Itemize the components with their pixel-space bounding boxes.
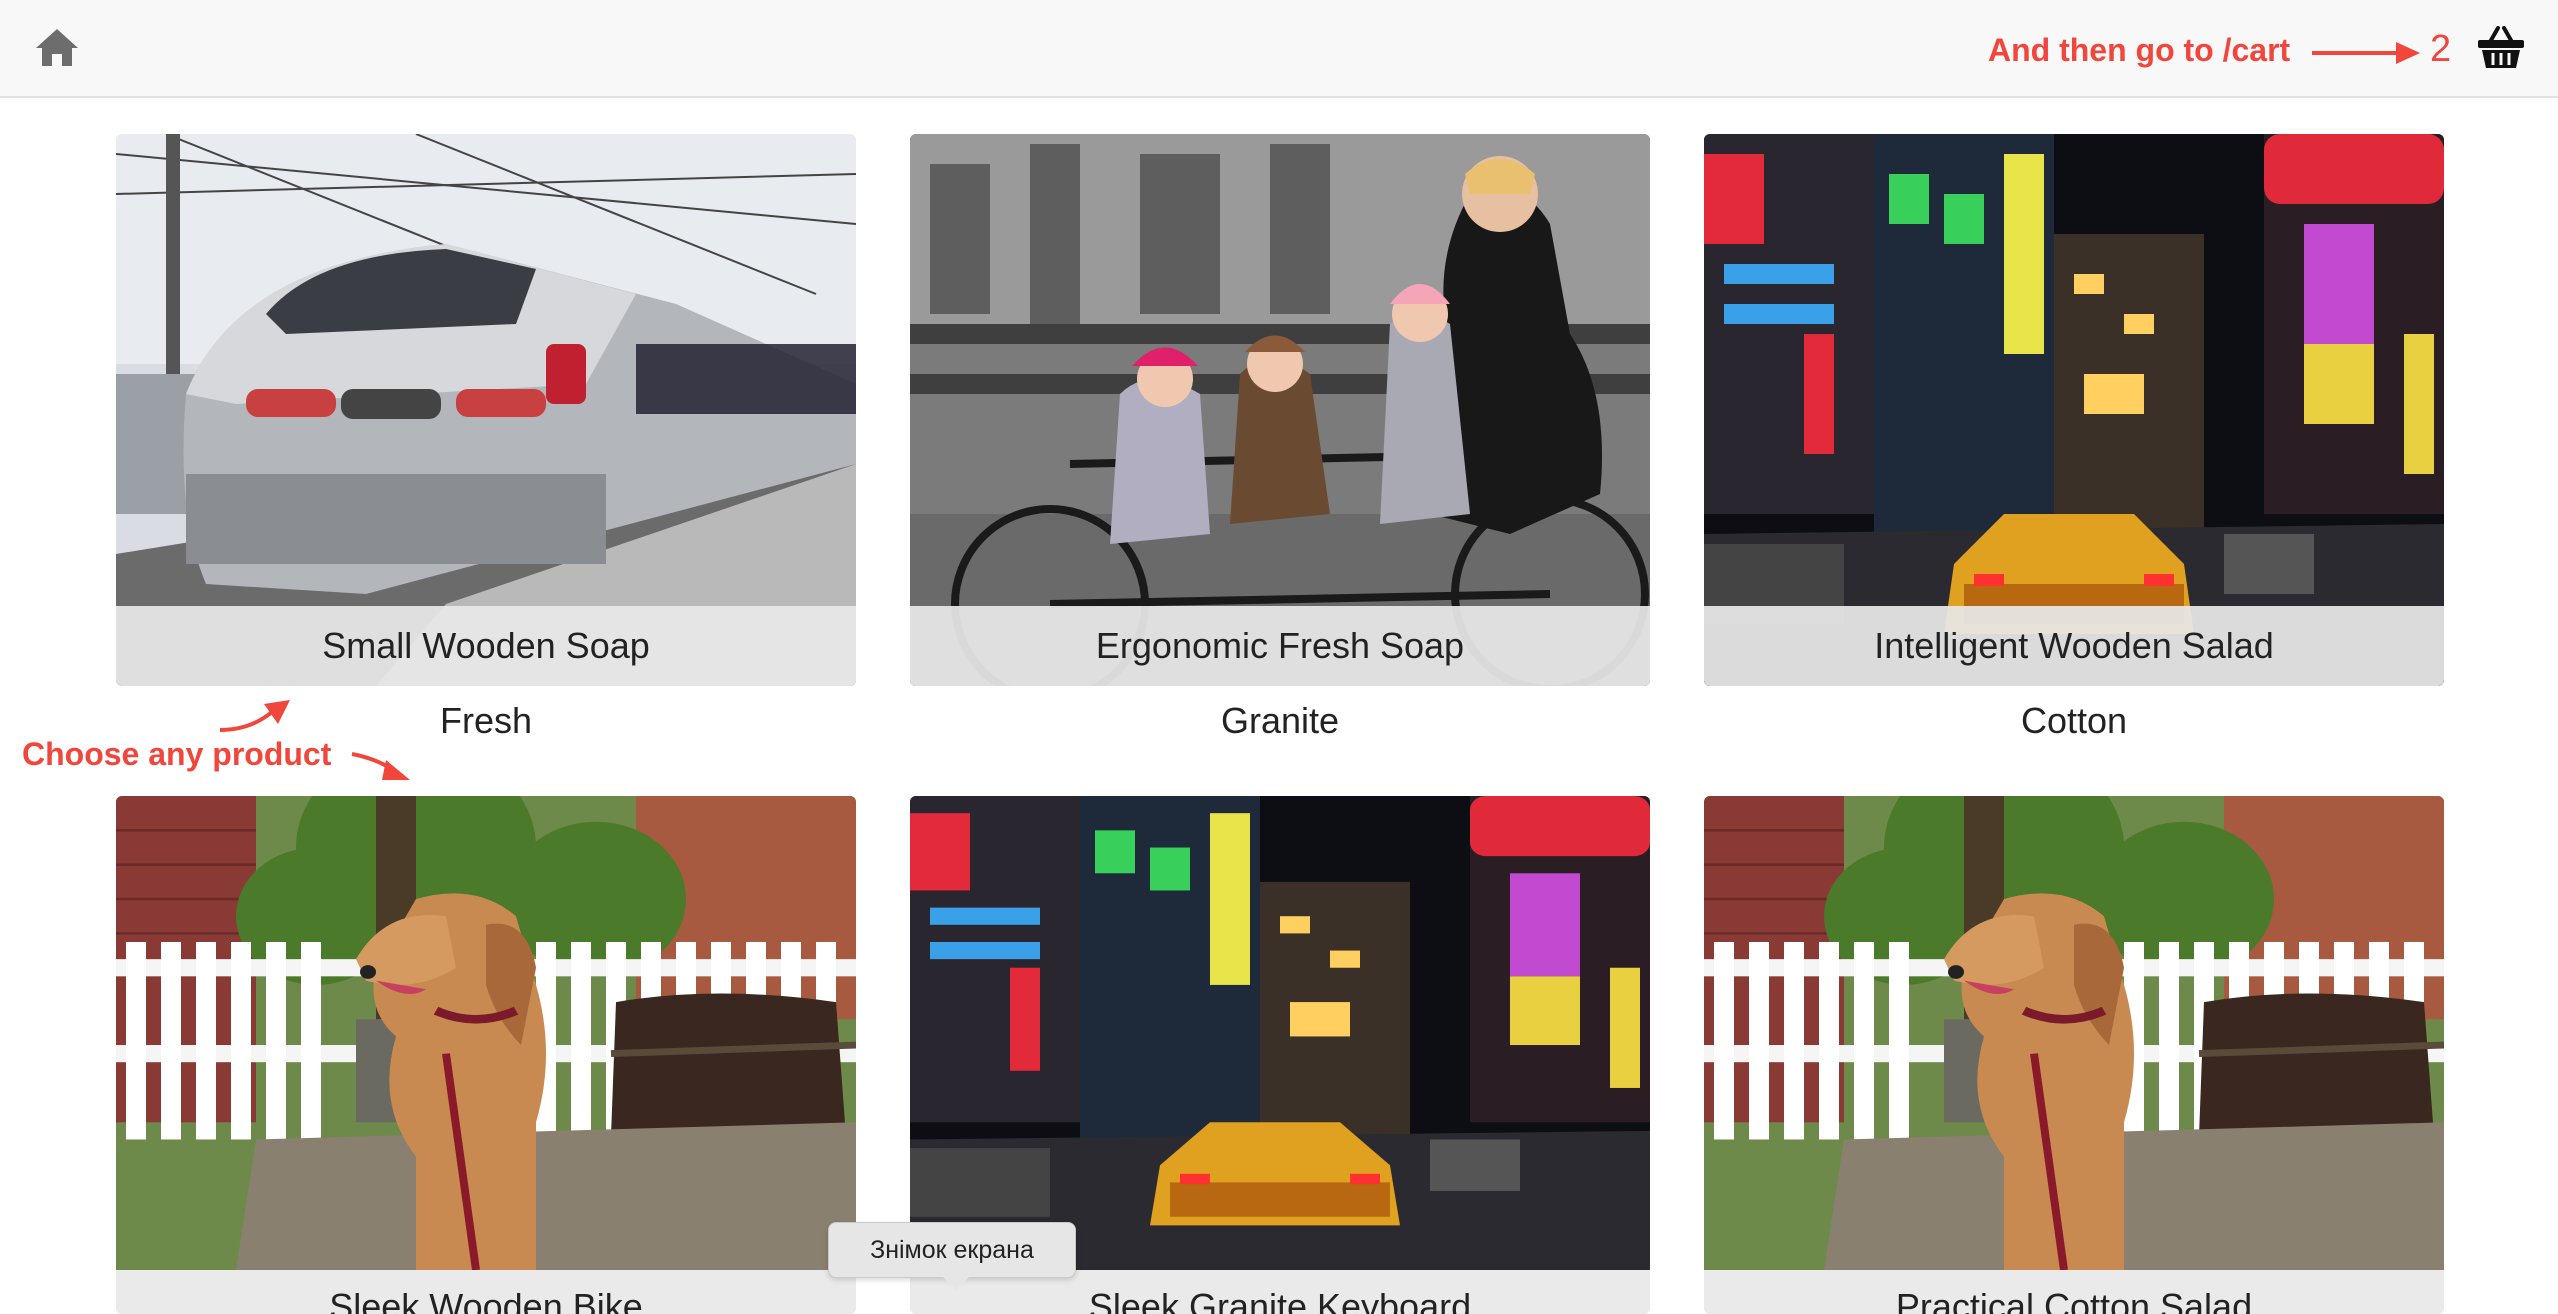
- product-name: Intelligent Wooden Salad: [1704, 606, 2444, 686]
- product-card[interactable]: Sleek Wooden Bike: [116, 796, 856, 1314]
- product-image: [116, 796, 856, 1270]
- choose-product-annotation: Choose any product: [22, 736, 332, 772]
- basket-icon[interactable]: [2476, 22, 2526, 72]
- product-card[interactable]: Intelligent Wooden Salad: [1704, 134, 2444, 686]
- arrow-up-right-icon: [219, 700, 290, 732]
- tooltip-pointer: [942, 1276, 970, 1290]
- product-name: Practical Cotton Salad: [1704, 1270, 2444, 1314]
- product-name: Sleek Wooden Bike: [116, 1270, 856, 1314]
- cart-instruction-annotation: And then go to /cart: [1988, 32, 2291, 68]
- navbar: And then go to /cart 2: [0, 0, 2558, 98]
- product-card[interactable]: Small Wooden Soap: [116, 134, 856, 686]
- product-material: Cotton: [2020, 700, 2128, 741]
- product-image: [116, 134, 856, 686]
- screenshot-tooltip: Знімок екрана: [828, 1222, 1076, 1278]
- product-card[interactable]: Ergonomic Fresh Soap: [910, 134, 1650, 686]
- arrow-right-icon: [2312, 42, 2420, 64]
- home-icon[interactable]: [34, 26, 80, 68]
- product-name: Small Wooden Soap: [116, 606, 856, 686]
- product-image: [1704, 134, 2444, 686]
- product-image: [910, 134, 1650, 686]
- product-material: Granite: [1220, 700, 1340, 741]
- cart-count: 2: [2430, 28, 2452, 70]
- product-image: [910, 796, 1650, 1270]
- product-name: Ergonomic Fresh Soap: [910, 606, 1650, 686]
- product-card[interactable]: Practical Cotton Salad: [1704, 796, 2444, 1314]
- product-image: [1704, 796, 2444, 1270]
- arrow-down-right-icon: [351, 752, 410, 780]
